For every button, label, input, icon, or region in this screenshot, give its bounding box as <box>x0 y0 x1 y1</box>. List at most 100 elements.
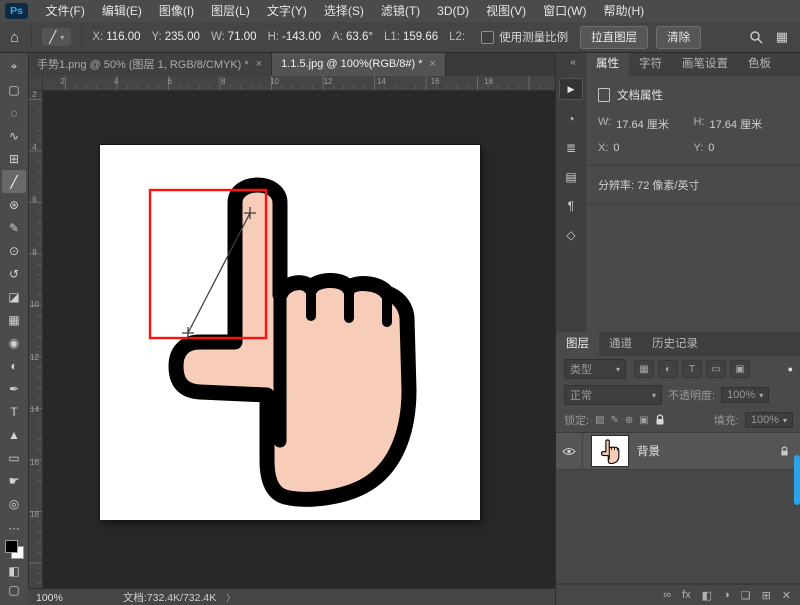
layer-effects-icon[interactable]: fx <box>682 589 691 601</box>
zoom-level-field[interactable]: 100% <box>36 592 63 604</box>
layer-mask-icon[interactable]: ◧ <box>702 589 712 602</box>
menu-item[interactable]: 滤镜(T) <box>372 0 428 22</box>
filter-smart-icon[interactable]: ▣ <box>730 360 750 378</box>
move-tool[interactable]: ⌖ <box>2 55 26 78</box>
panel-tab[interactable]: 画笔设置 <box>672 52 738 76</box>
doc-x-value[interactable]: 0 <box>613 142 619 154</box>
dodge-tool[interactable]: ◐ <box>2 354 26 377</box>
measure-field[interactable]: W: 71.00 <box>211 31 257 43</box>
panel-tab[interactable]: 字符 <box>629 52 672 76</box>
menu-item[interactable]: 图像(I) <box>150 0 202 22</box>
type-tool[interactable]: T <box>2 400 26 423</box>
zoom-tool[interactable]: ◎ <box>2 492 26 515</box>
layer-group-icon[interactable]: ❏ <box>741 589 751 602</box>
3d-icon[interactable]: ◇ <box>560 225 582 245</box>
pen-tool[interactable]: ✒ <box>2 377 26 400</box>
clone-stamp-tool[interactable]: ⊙ <box>2 239 26 262</box>
menu-item[interactable]: 文件(F) <box>37 0 93 22</box>
foreground-color-swatch[interactable] <box>5 540 18 553</box>
clear-button[interactable]: 清除 <box>656 26 701 49</box>
lock-position-icon[interactable]: ⊕ <box>625 415 633 426</box>
tool-preset-picker[interactable]: ╱ ▾ <box>42 28 71 46</box>
layer-thumbnail[interactable] <box>592 436 628 466</box>
fill-field[interactable]: 100% ▾ <box>745 412 793 428</box>
new-layer-icon[interactable]: ⊞ <box>762 589 771 602</box>
panel-tab[interactable]: 属性 <box>586 52 629 76</box>
straighten-layer-button[interactable]: 拉直图层 <box>580 26 648 49</box>
filter-adjustment-icon[interactable]: ◐ <box>658 360 678 378</box>
filter-type-icon[interactable]: T <box>682 360 702 378</box>
doc-width-value[interactable]: 17.64 厘米 <box>616 116 669 132</box>
lock-all-icon[interactable] <box>655 414 665 426</box>
menu-item[interactable]: 帮助(H) <box>595 0 653 22</box>
color-swatches[interactable] <box>5 540 24 559</box>
measure-field[interactable]: X: 116.00 <box>92 31 140 43</box>
panel-tab[interactable]: 色板 <box>738 52 781 76</box>
ruler-tool[interactable]: ╱ <box>2 170 26 193</box>
quick-selection-tool[interactable]: ∿ <box>2 124 26 147</box>
panel-tab[interactable]: 历史记录 <box>642 332 708 356</box>
measure-field[interactable]: H: -143.00 <box>268 31 322 43</box>
crop-tool[interactable]: ⊞ <box>2 147 26 170</box>
lasso-tool[interactable]: ◌ <box>2 101 26 124</box>
blur-tool[interactable]: ◉ <box>2 331 26 354</box>
link-layers-icon[interactable]: ∞ <box>663 589 671 601</box>
gradient-tool[interactable]: ▦ <box>2 308 26 331</box>
checkbox-icon[interactable] <box>481 31 494 44</box>
document-tab[interactable]: 手势1.png @ 50% (图层 1, RGB/8/CMYK) * × <box>28 52 272 76</box>
adjustment-layer-icon[interactable]: ◑ <box>723 589 730 601</box>
menu-item[interactable]: 选择(S) <box>315 0 372 22</box>
lock-artboard-icon[interactable]: ▣ <box>639 415 648 426</box>
libraries-icon[interactable]: ◔ <box>560 109 582 129</box>
adjustments-icon[interactable]: ≣ <box>560 138 582 158</box>
menu-item[interactable]: 编辑(E) <box>93 0 150 22</box>
brush-tool[interactable]: ✎ <box>2 216 26 239</box>
delete-layer-icon[interactable]: ✕ <box>782 589 791 602</box>
measure-field[interactable]: A: 63.6° <box>332 31 373 43</box>
ruler-origin-corner[interactable] <box>28 76 43 91</box>
filter-shape-icon[interactable]: ▭ <box>706 360 726 378</box>
opacity-field[interactable]: 100% ▾ <box>721 387 769 403</box>
scrollbar-thumb[interactable] <box>794 455 800 505</box>
paragraph-icon[interactable]: ¶ <box>560 196 582 216</box>
eraser-tool[interactable]: ◪ <box>2 285 26 308</box>
doc-y-value[interactable]: 0 <box>708 142 714 154</box>
document-tab[interactable]: 1.1.5.jpg @ 100%(RGB/8#) * × <box>272 52 446 76</box>
shape-tool[interactable]: ▭ <box>2 446 26 469</box>
lock-pixels-icon[interactable]: ✎ <box>611 415 619 426</box>
doc-height-value[interactable]: 17.64 厘米 <box>710 116 763 132</box>
path-selection-tool[interactable]: ▲ <box>2 423 26 446</box>
tab-close-icon[interactable]: × <box>256 58 262 70</box>
lock-transparent-icon[interactable]: ▨ <box>595 415 604 426</box>
vertical-ruler[interactable]: 24681012141618 <box>28 90 43 588</box>
screen-mode-icon[interactable]: ▢ <box>8 583 19 597</box>
canvas-area[interactable]: 24681012141618 24681012141618 <box>28 76 555 588</box>
workspace-switcher-icon[interactable]: ▦ <box>776 29 788 45</box>
layer-visibility-toggle[interactable] <box>556 433 583 469</box>
hand-tool[interactable]: ☛ <box>2 469 26 492</box>
measure-field[interactable]: L2: <box>449 31 468 43</box>
filter-toggle-icon[interactable]: ● <box>788 364 793 374</box>
history-brush-tool[interactable]: ↺ <box>2 262 26 285</box>
menu-item[interactable]: 窗口(W) <box>535 0 595 22</box>
artboard[interactable] <box>100 145 480 520</box>
panel-tab[interactable]: 通道 <box>599 332 642 356</box>
measure-field[interactable]: L1: 159.66 <box>384 31 438 43</box>
blend-mode-select[interactable]: 正常 ▾ <box>564 385 662 405</box>
menu-item[interactable]: 视图(V) <box>478 0 535 22</box>
horizontal-ruler[interactable]: 24681012141618 <box>42 76 555 91</box>
menu-item[interactable]: 文字(Y) <box>258 0 315 22</box>
styles-icon[interactable]: ▤ <box>560 167 582 187</box>
menu-item[interactable]: 图层(L) <box>203 0 259 22</box>
marquee-tool[interactable]: ▢ <box>2 78 26 101</box>
filter-pixel-icon[interactable]: ▦ <box>634 360 654 378</box>
edit-toolbar-icon[interactable]: ⋯ <box>9 522 20 535</box>
panel-tab[interactable]: 图层 <box>556 332 599 356</box>
tab-close-icon[interactable]: × <box>430 58 436 70</box>
measure-field[interactable]: Y: 235.00 <box>152 31 200 43</box>
quick-mask-icon[interactable]: ◧ <box>8 564 19 578</box>
use-measure-scale-checkbox[interactable]: 使用测量比例 <box>481 29 568 45</box>
layer-name[interactable]: 背景 <box>637 443 660 459</box>
healing-brush-tool[interactable]: ⊛ <box>2 193 26 216</box>
home-icon[interactable]: ⌂ <box>10 29 19 46</box>
